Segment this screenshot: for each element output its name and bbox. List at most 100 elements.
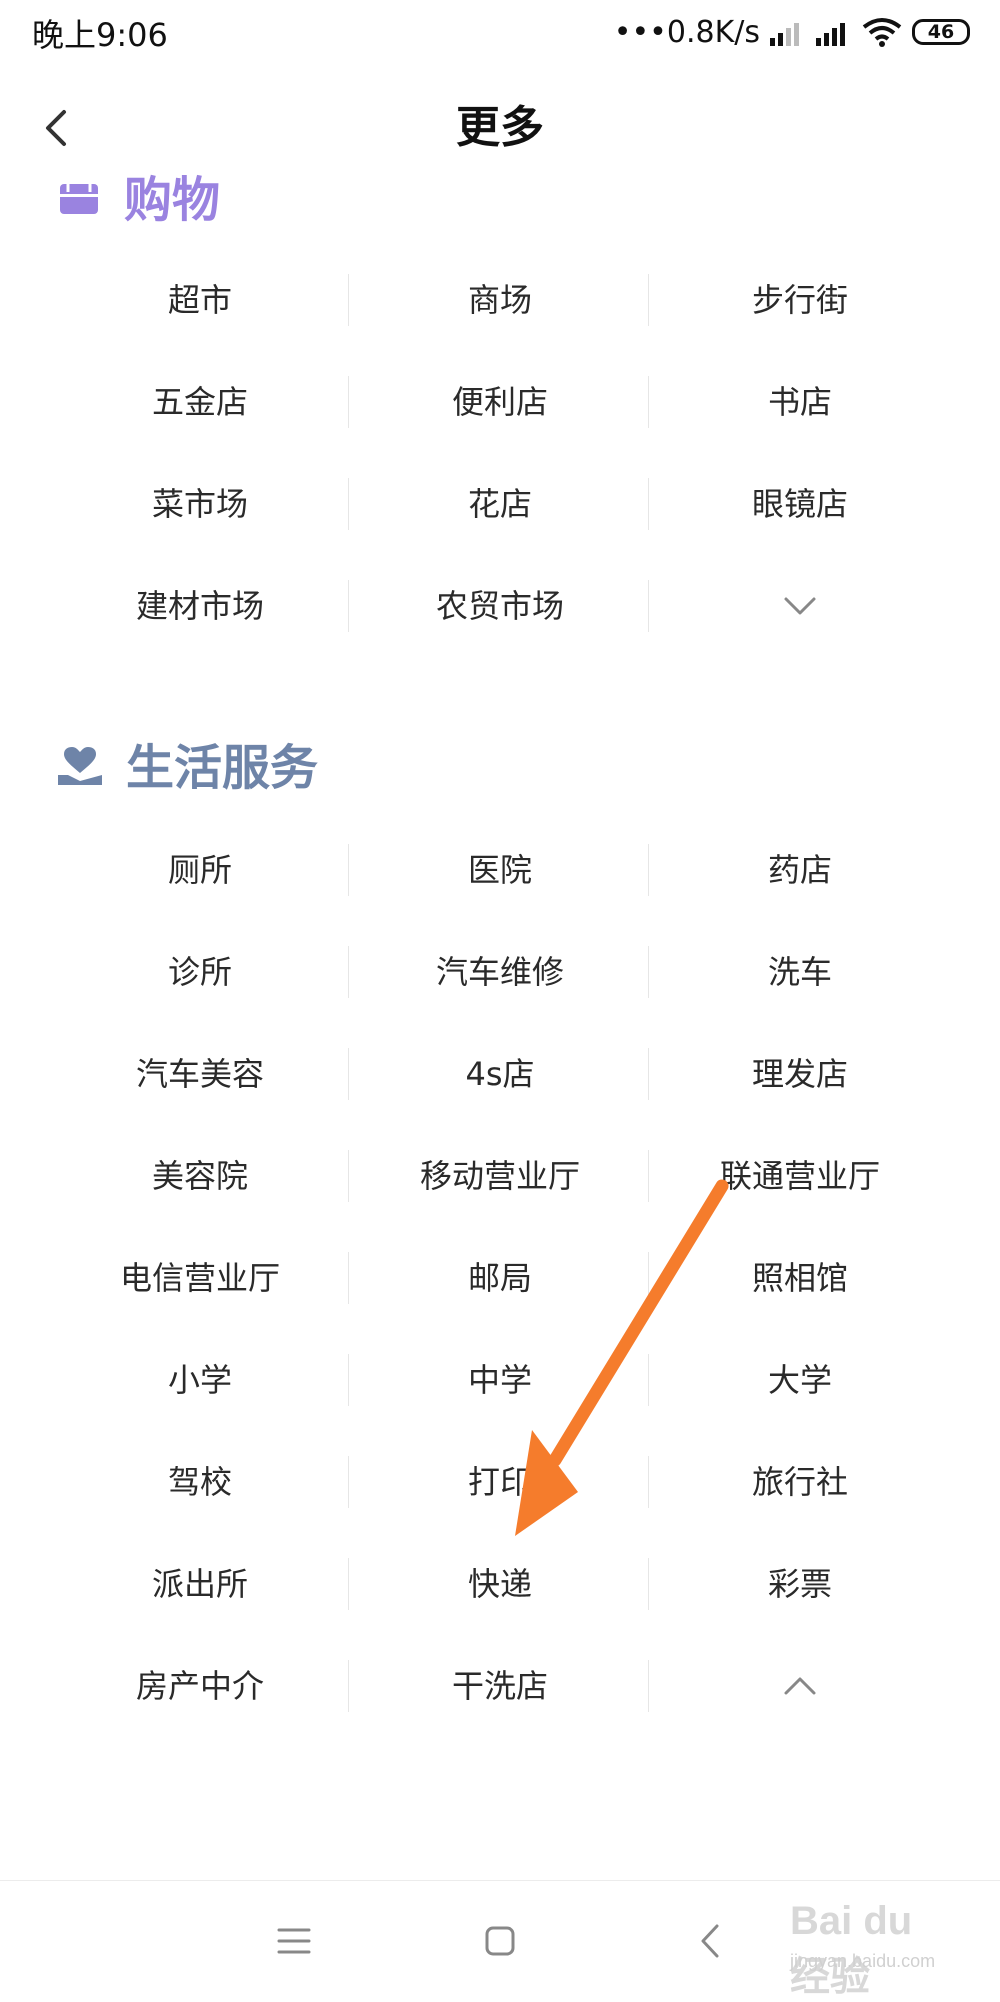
network-speed: •••0.8K/s xyxy=(613,14,760,50)
divider xyxy=(648,1048,649,1100)
expand-button[interactable] xyxy=(650,576,950,636)
category-cell[interactable]: 花店 xyxy=(350,474,650,534)
home-square-icon xyxy=(485,1926,515,1956)
section-title-shopping: 购物 xyxy=(124,172,221,228)
divider xyxy=(648,478,649,530)
category-cell[interactable]: 旅行社 xyxy=(650,1452,950,1512)
shopping-bag-icon xyxy=(58,178,100,222)
signal-icon-2 xyxy=(816,18,852,46)
menu-icon xyxy=(277,1928,311,1954)
divider xyxy=(348,1150,349,1202)
category-cell[interactable]: 联通营业厅 xyxy=(650,1146,950,1206)
divider xyxy=(348,478,349,530)
category-cell[interactable]: 理发店 xyxy=(650,1044,950,1104)
category-cell[interactable]: 厕所 xyxy=(50,840,350,900)
grid-row: 美容院 移动营业厅 联通营业厅 xyxy=(0,1146,1000,1206)
divider xyxy=(348,376,349,428)
category-cell[interactable]: 移动营业厅 xyxy=(350,1146,650,1206)
baidu-watermark: Bai du 经验 jingyan.baidu.com xyxy=(760,1895,960,1999)
grid-row: 建材市场 农贸市场 xyxy=(0,576,1000,636)
grid-row: 五金店 便利店 书店 xyxy=(0,372,1000,432)
category-cell[interactable]: 书店 xyxy=(650,372,950,432)
signal-icon xyxy=(770,18,806,46)
divider xyxy=(648,1558,649,1610)
category-cell[interactable]: 农贸市场 xyxy=(350,576,650,636)
divider xyxy=(648,1252,649,1304)
wifi-icon xyxy=(862,17,902,47)
divider xyxy=(648,274,649,326)
divider xyxy=(648,1660,649,1712)
divider xyxy=(648,946,649,998)
divider xyxy=(648,1150,649,1202)
status-indicators: •••0.8K/s 46 xyxy=(614,12,970,52)
divider xyxy=(648,1354,649,1406)
divider xyxy=(348,580,349,632)
grid-row: 派出所 快递 彩票 xyxy=(0,1554,1000,1614)
category-cell[interactable]: 眼镜店 xyxy=(650,474,950,534)
category-cell[interactable]: 汽车维修 xyxy=(350,942,650,1002)
category-cell[interactable]: 超市 xyxy=(50,270,350,330)
grid-row: 诊所 汽车维修 洗车 xyxy=(0,942,1000,1002)
category-cell[interactable]: 便利店 xyxy=(350,372,650,432)
grid-row: 厕所 医院 药店 xyxy=(0,840,1000,900)
section-header-life-services: 生活服务 xyxy=(58,738,318,798)
category-cell[interactable]: 诊所 xyxy=(50,942,350,1002)
category-cell[interactable]: 中学 xyxy=(350,1350,650,1410)
divider xyxy=(348,844,349,896)
divider xyxy=(348,1354,349,1406)
grid-row: 驾校 打印 旅行社 xyxy=(0,1452,1000,1512)
category-cell[interactable]: 洗车 xyxy=(650,942,950,1002)
category-cell[interactable]: 派出所 xyxy=(50,1554,350,1614)
divider xyxy=(348,1558,349,1610)
category-cell[interactable]: 4s店 xyxy=(350,1044,650,1104)
divider xyxy=(648,844,649,896)
category-cell[interactable]: 医院 xyxy=(350,840,650,900)
battery-icon: 46 xyxy=(912,19,970,45)
system-back-button[interactable] xyxy=(680,1911,740,1971)
category-cell[interactable]: 步行街 xyxy=(650,270,950,330)
heart-hand-icon xyxy=(58,745,102,791)
divider xyxy=(348,1456,349,1508)
divider xyxy=(348,1048,349,1100)
grid-row: 汽车美容 4s店 理发店 xyxy=(0,1044,1000,1104)
grid-row: 电信营业厅 邮局 照相馆 xyxy=(0,1248,1000,1308)
category-cell[interactable]: 小学 xyxy=(50,1350,350,1410)
status-bar: 晚上9:06 •••0.8K/s 46 xyxy=(0,0,1000,64)
divider xyxy=(348,946,349,998)
watermark-subtext: jingyan.baidu.com xyxy=(790,1951,936,1971)
category-cell[interactable]: 邮局 xyxy=(350,1248,650,1308)
category-cell[interactable]: 药店 xyxy=(650,840,950,900)
category-cell[interactable]: 商场 xyxy=(350,270,650,330)
divider xyxy=(348,274,349,326)
category-cell[interactable]: 建材市场 xyxy=(50,576,350,636)
home-button[interactable] xyxy=(470,1911,530,1971)
category-cell[interactable]: 彩票 xyxy=(650,1554,950,1614)
category-cell[interactable]: 菜市场 xyxy=(50,474,350,534)
category-cell[interactable]: 汽车美容 xyxy=(50,1044,350,1104)
section-header-shopping: 购物 xyxy=(58,170,220,230)
status-time: 晚上9:06 xyxy=(32,16,168,54)
category-cell[interactable]: 打印 xyxy=(350,1452,650,1512)
chevron-up-icon xyxy=(784,1677,816,1695)
category-cell[interactable]: 驾校 xyxy=(50,1452,350,1512)
grid-row: 超市 商场 步行街 xyxy=(0,270,1000,330)
divider xyxy=(348,1252,349,1304)
chevron-down-icon xyxy=(784,597,816,615)
grid-row: 菜市场 花店 眼镜店 xyxy=(0,474,1000,534)
section-title-life-services: 生活服务 xyxy=(126,740,319,796)
category-cell[interactable]: 电信营业厅 xyxy=(50,1248,350,1308)
category-cell[interactable]: 干洗店 xyxy=(350,1656,650,1716)
category-cell[interactable]: 房产中介 xyxy=(50,1656,350,1716)
divider xyxy=(648,580,649,632)
category-cell[interactable]: 大学 xyxy=(650,1350,950,1410)
grid-row: 小学 中学 大学 xyxy=(0,1350,1000,1410)
grid-row: 房产中介 干洗店 xyxy=(0,1656,1000,1716)
collapse-button[interactable] xyxy=(650,1656,950,1716)
menu-button[interactable] xyxy=(264,1911,324,1971)
category-cell[interactable]: 美容院 xyxy=(50,1146,350,1206)
nav-bar: 更多 xyxy=(0,80,1000,180)
category-cell[interactable]: 五金店 xyxy=(50,372,350,432)
category-cell[interactable]: 照相馆 xyxy=(650,1248,950,1308)
page-title: 更多 xyxy=(456,102,544,153)
category-cell-express[interactable]: 快递 xyxy=(350,1554,650,1614)
